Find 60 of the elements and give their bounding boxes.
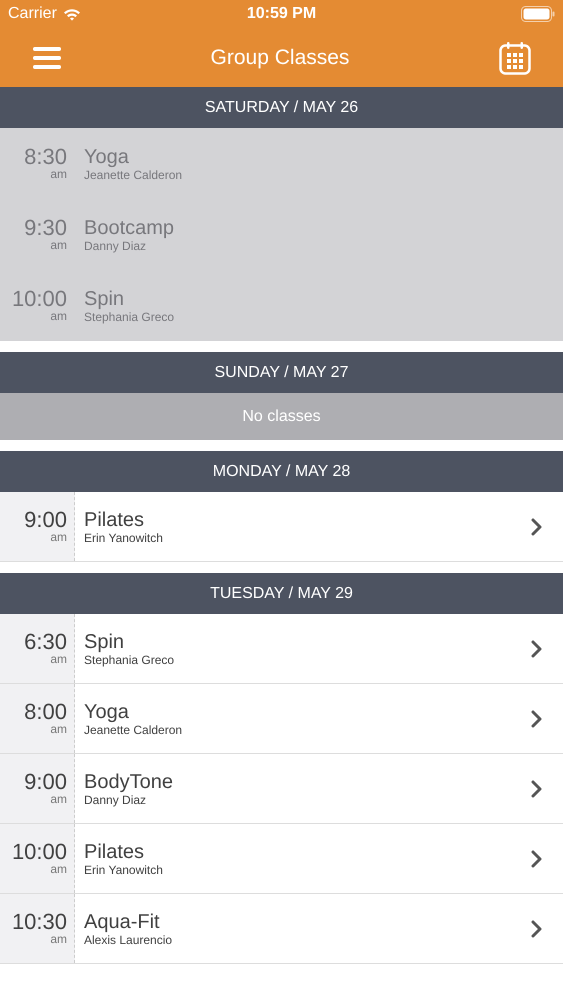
class-row[interactable]: 10:00 am Pilates Erin Yanowitch	[0, 824, 563, 894]
time-period: am	[50, 652, 67, 666]
class-name: Aqua-Fit	[84, 910, 161, 932]
time-period: am	[50, 862, 67, 876]
chevron-icon	[531, 518, 543, 536]
instructor-name: Danny Diaz	[84, 238, 148, 252]
chevron-icon	[531, 640, 543, 658]
instructor-name: Erin Yanowitch	[84, 530, 164, 544]
status-time: 10:59 PM	[246, 5, 316, 23]
time-period: am	[50, 310, 67, 324]
class-row[interactable]: 9:00 am Pilates Erin Yanowitch	[0, 492, 563, 562]
time-period: am	[50, 722, 67, 736]
screen-title: Group Classes	[210, 46, 350, 70]
day-header: TUESDAY / MAY 29	[0, 573, 563, 614]
battery-icon	[521, 6, 555, 22]
chevron-icon	[531, 710, 543, 728]
class-time: 9:00	[24, 508, 67, 531]
class-time: 6:30	[24, 630, 67, 653]
class-name: Yoga	[84, 700, 130, 722]
chevron-icon	[531, 920, 543, 938]
class-name: Pilates	[84, 508, 146, 530]
day-header: SATURDAY / MAY 26	[0, 87, 563, 128]
chevron-icon	[531, 850, 543, 868]
instructor-name: Alexis Laurencio	[84, 932, 174, 946]
class-time: 8:30	[24, 146, 67, 168]
instructor-name: Stephania Greco	[84, 652, 176, 666]
instructor-name: Jeanette Calderon	[84, 168, 184, 182]
calendar-icon[interactable]	[498, 40, 531, 74]
class-name: BodyTone	[84, 770, 174, 792]
class-row[interactable]: 8:00 am Yoga Jeanette Calderon	[0, 684, 563, 754]
menu-icon[interactable]	[33, 46, 61, 68]
instructor-name: Erin Yanowitch	[84, 862, 164, 876]
class-time: 10:00	[12, 288, 67, 310]
day-header: SUNDAY / MAY 27	[0, 352, 563, 393]
class-row[interactable]: 10:30 am Aqua-Fit Alexis Laurencio	[0, 894, 563, 964]
class-name: Spin	[84, 288, 126, 310]
class-time: 9:30	[24, 216, 67, 239]
class-name: Pilates	[84, 840, 146, 862]
class-name: Yoga	[84, 146, 130, 168]
class-row[interactable]: 6:30 am Spin Stephania Greco	[0, 614, 563, 684]
instructor-name: Stephania Greco	[84, 310, 176, 324]
class-name: Bootcamp	[84, 216, 176, 238]
carrier-label: Carrier	[8, 5, 57, 23]
chevron-icon	[531, 780, 543, 798]
class-time: 9:00	[24, 770, 67, 793]
class-time: 10:30	[12, 910, 67, 933]
instructor-name: Jeanette Calderon	[84, 722, 184, 736]
instructor-name: Danny Diaz	[84, 792, 148, 806]
class-row[interactable]: 9:00 am BodyTone Danny Diaz	[0, 754, 563, 824]
wifi-icon	[62, 8, 81, 20]
class-time: 10:00	[12, 840, 67, 863]
time-period: am	[50, 168, 67, 182]
class-name: Spin	[84, 630, 126, 652]
time-period: am	[50, 932, 67, 946]
time-period: am	[50, 238, 67, 252]
time-period: am	[50, 792, 67, 806]
day-header: MONDAY / MAY 28	[0, 451, 563, 492]
no-classes-message: No classes	[0, 393, 563, 440]
time-period: am	[50, 530, 67, 544]
class-time: 8:00	[24, 700, 67, 723]
